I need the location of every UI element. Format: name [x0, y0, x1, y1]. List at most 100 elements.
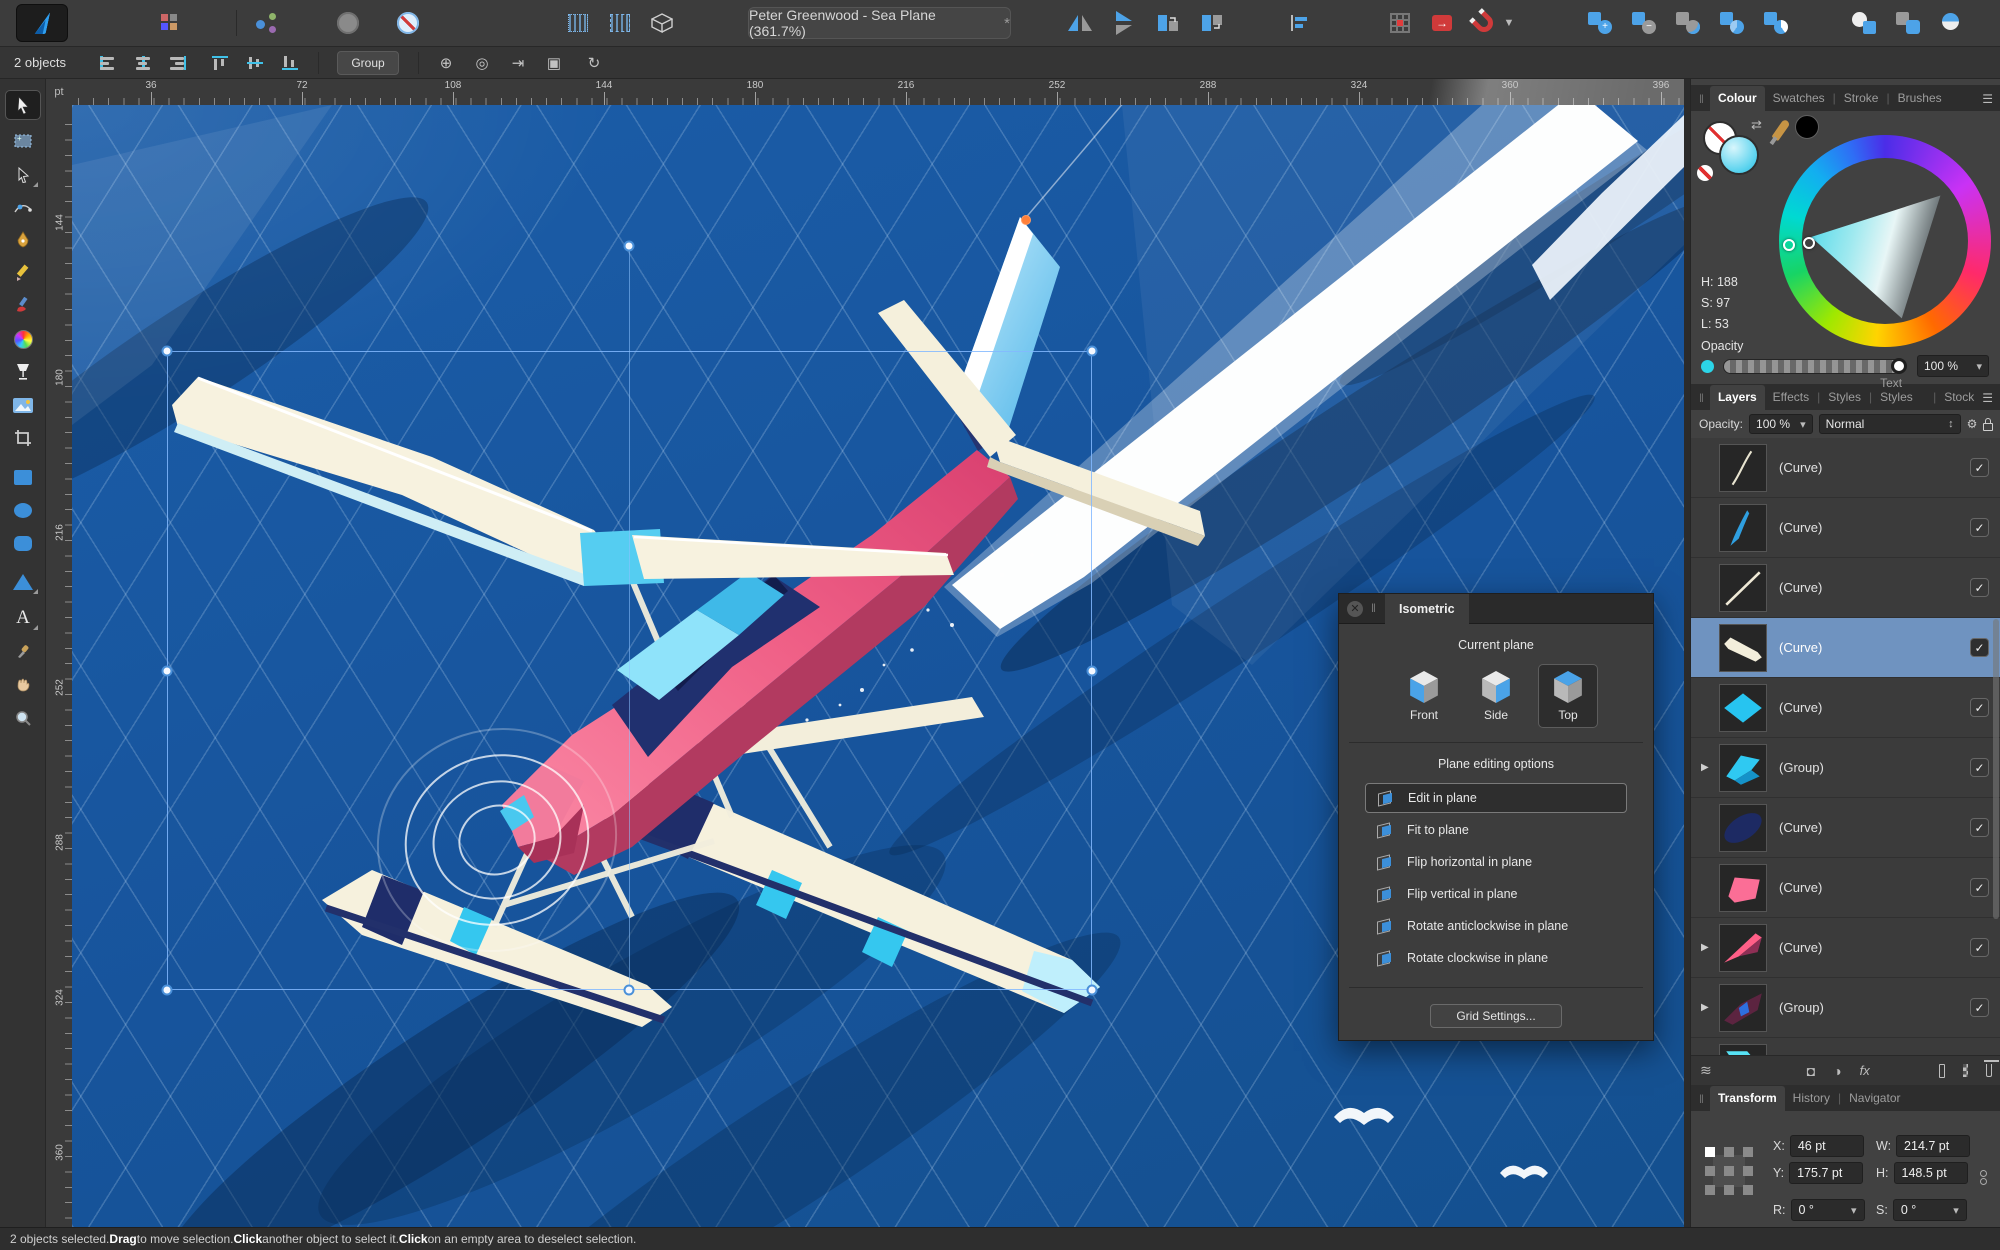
anchor-point-selector[interactable]	[1705, 1147, 1753, 1195]
layer-thumbnail[interactable]	[1719, 444, 1767, 492]
effects-flower-icon[interactable]	[330, 8, 366, 38]
plane-editing-option[interactable]: Rotate clockwise in plane	[1365, 943, 1627, 973]
layers-opacity-dropdown[interactable]: 100 %▾	[1749, 414, 1813, 434]
document-title[interactable]: Peter Greenwood - Sea Plane (361.7%) *	[748, 7, 1011, 39]
artistic-text-tool[interactable]: A	[5, 603, 41, 633]
node-tool[interactable]	[5, 160, 41, 190]
eyedropper-icon[interactable]	[1771, 119, 1790, 142]
show-selection-icon[interactable]: ◎	[468, 52, 496, 74]
point-transform-tool[interactable]	[5, 193, 41, 223]
s-field[interactable]: 0 °▾	[1893, 1199, 1967, 1221]
geometry-divide-circle-icon[interactable]	[1934, 8, 1970, 38]
ruler-units-label[interactable]: pt	[46, 79, 72, 105]
panel-grip-icon[interactable]: ‖	[1691, 92, 1710, 111]
w-field[interactable]: 214.7 pt	[1896, 1135, 1970, 1157]
layer-thumbnail[interactable]	[1719, 984, 1767, 1032]
h-field[interactable]: 148.5 pt	[1894, 1162, 1968, 1184]
fill-swatch[interactable]	[1719, 135, 1759, 175]
rounded-rectangle-tool[interactable]	[5, 528, 41, 558]
rotate-anticlockwise-icon[interactable]	[1150, 8, 1186, 38]
layer-visibility-checkbox[interactable]: ✓	[1970, 818, 1989, 837]
tab-stock[interactable]: Stock	[1936, 385, 1982, 410]
layer-row[interactable]: ▶ (Group) ✓	[1691, 978, 2000, 1038]
flip-horizontal-icon[interactable]	[1062, 8, 1098, 38]
grid-plane-cube-icon[interactable]	[644, 8, 680, 38]
tab-brushes[interactable]: Brushes	[1890, 86, 1950, 111]
layer-row[interactable]: ▶ (Curve) ✓	[1691, 618, 2000, 678]
selection-handle[interactable]	[624, 985, 635, 996]
tab-stroke[interactable]: Stroke	[1836, 86, 1887, 111]
rectangle-tool[interactable]	[5, 462, 41, 492]
layer-row[interactable]: ▶ (Curve) ✓	[1691, 858, 2000, 918]
layer-thumbnail[interactable]	[1719, 1044, 1767, 1055]
snapping-dropdown-caret-icon[interactable]: ▼	[1500, 8, 1518, 38]
layer-visibility-checkbox[interactable]: ✓	[1970, 518, 1989, 537]
layer-thumbnail[interactable]	[1719, 504, 1767, 552]
zoom-tool[interactable]	[5, 703, 41, 733]
blend-mode-dropdown[interactable]: Normal↕	[1819, 414, 1961, 434]
tab-layers[interactable]: Layers	[1710, 385, 1765, 410]
move-tool[interactable]	[5, 90, 41, 120]
app-logo-icon[interactable]	[16, 4, 68, 42]
fx-icon[interactable]: fx	[1860, 1063, 1870, 1078]
layer-thumbnail[interactable]	[1719, 624, 1767, 672]
close-icon[interactable]: ✕	[1347, 601, 1363, 617]
selection-handle[interactable]	[162, 346, 173, 357]
pen-tool[interactable]	[5, 225, 41, 255]
boolean-subtract-icon[interactable]: −	[1626, 8, 1662, 38]
align-top-icon[interactable]	[207, 52, 233, 74]
lock-icon[interactable]	[1983, 423, 1993, 431]
swap-fill-stroke-icon[interactable]: ⇄	[1751, 117, 1762, 133]
layers-scrollbar[interactable]	[1993, 619, 1999, 919]
layer-visibility-checkbox[interactable]: ✓	[1970, 878, 1989, 897]
x-field[interactable]: 46 pt	[1790, 1135, 1864, 1157]
plane-editing-option[interactable]: Rotate anticlockwise in plane	[1365, 911, 1627, 941]
geometry-circle-square-icon[interactable]	[1846, 8, 1882, 38]
layers-stack-icon[interactable]: ≋	[1700, 1062, 1712, 1079]
isometric-panel-titlebar[interactable]: ✕ ‖ Isometric	[1339, 594, 1653, 624]
plane-editing-option[interactable]: Fit to plane	[1365, 815, 1627, 845]
layer-row[interactable]: ▶ (Curve) ✓	[1691, 918, 2000, 978]
layer-row[interactable]: ▶ (Curve) ✓	[1691, 798, 2000, 858]
tab-history[interactable]: History	[1785, 1086, 1838, 1111]
no-colour-icon[interactable]	[1697, 165, 1713, 181]
cycle-selection-box-icon[interactable]: ↻	[580, 52, 608, 74]
expand-arrow-icon[interactable]: ▶	[1701, 942, 1709, 953]
layer-row[interactable]: ▶ (Curve) ✓	[1691, 498, 2000, 558]
ellipse-tool[interactable]	[5, 495, 41, 525]
boolean-add-icon[interactable]: +	[1582, 8, 1618, 38]
layer-row[interactable]: ▶ (Curve) ✓	[1691, 678, 2000, 738]
selection-handle[interactable]	[162, 666, 173, 677]
selection-handle[interactable]	[1087, 985, 1098, 996]
plane-button-front[interactable]: Front	[1394, 664, 1454, 728]
pencil-tool[interactable]	[5, 258, 41, 288]
expand-arrow-icon[interactable]: ▶	[1701, 762, 1709, 773]
transparency-tool[interactable]	[5, 357, 41, 387]
vector-crop-tool[interactable]	[5, 423, 41, 453]
vertical-ruler[interactable]: 144180216252288324360	[46, 105, 72, 1227]
adjustment-layer-icon[interactable]: ◑	[1833, 1063, 1841, 1079]
y-field[interactable]: 175.7 pt	[1789, 1162, 1863, 1184]
snap-grid-icon[interactable]	[1382, 8, 1418, 38]
alignment-icon[interactable]	[1282, 8, 1318, 38]
selection-handle[interactable]	[1087, 346, 1098, 357]
expand-arrow-icon[interactable]: ▶	[1701, 1002, 1709, 1013]
fill-gradient-tool[interactable]	[5, 324, 41, 354]
move-by-whole-pixels-icon[interactable]: →	[1424, 8, 1460, 38]
layer-row[interactable]: ▶ (Curve) ✓	[1691, 558, 2000, 618]
selection-handle[interactable]	[624, 241, 635, 252]
geometry-square-circle-icon[interactable]	[1890, 8, 1926, 38]
tab-colour[interactable]: Colour	[1710, 86, 1765, 111]
layer-visibility-checkbox[interactable]: ✓	[1970, 638, 1989, 657]
vector-brush-tool[interactable]	[5, 291, 41, 321]
tab-navigator[interactable]: Navigator	[1841, 1086, 1908, 1111]
r-field[interactable]: 0 °▾	[1791, 1199, 1865, 1221]
place-image-tool[interactable]	[5, 390, 41, 420]
colour-picker-tool[interactable]	[5, 637, 41, 667]
snapping-magnet-icon[interactable]	[1466, 8, 1502, 38]
plane-editing-option[interactable]: Flip vertical in plane	[1365, 879, 1627, 909]
isometric-tab[interactable]: Isometric	[1385, 594, 1469, 624]
tab-transform[interactable]: Transform	[1710, 1086, 1785, 1111]
layer-row[interactable]: ▶ (Curve) ✓	[1691, 1038, 2000, 1055]
boolean-divide-icon[interactable]	[1714, 8, 1750, 38]
